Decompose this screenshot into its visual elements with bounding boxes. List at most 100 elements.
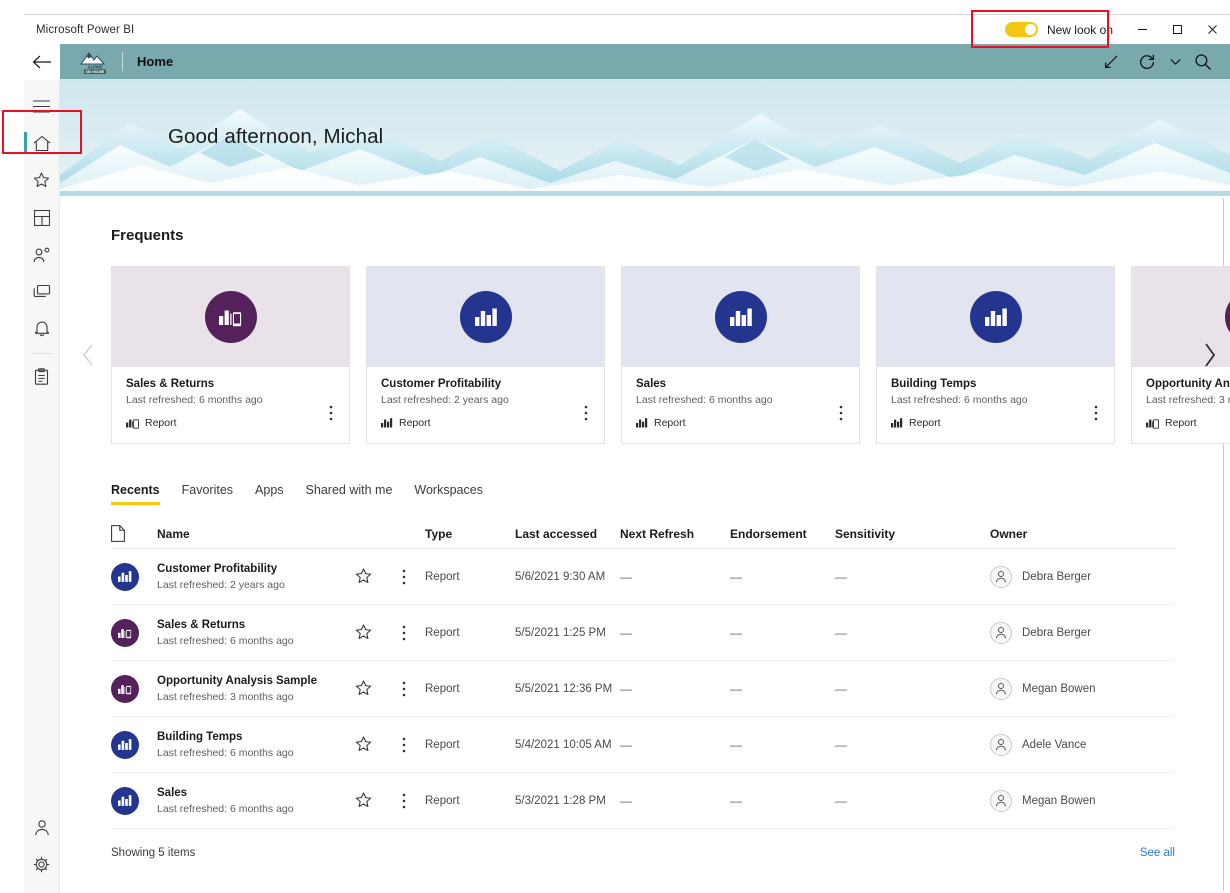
frequents-card[interactable]: Sales & Returns Last refreshed: 6 months… [111, 266, 350, 444]
card-more-options-button[interactable] [578, 403, 594, 423]
column-header-type[interactable]: Type [425, 527, 515, 541]
card-more-options-button[interactable] [833, 403, 849, 423]
favorite-star-button[interactable] [343, 568, 383, 585]
column-header-name[interactable]: Name [157, 527, 343, 541]
card-type: Report [636, 417, 847, 429]
sidebar-item-shared-with-me[interactable] [24, 236, 60, 273]
carousel-next-button[interactable] [1196, 335, 1222, 375]
chevron-down-icon[interactable] [1166, 45, 1184, 79]
sidebar-item-navigation-menu[interactable] [24, 88, 60, 125]
avatar [990, 790, 1012, 812]
card-thumbnail [367, 267, 604, 367]
bell-icon [34, 320, 50, 337]
table-row[interactable]: Opportunity Analysis Sample Last refresh… [111, 661, 1175, 717]
tab-shared-with-me[interactable]: Shared with me [306, 483, 393, 505]
card-body: Customer Profitability Last refreshed: 2… [367, 367, 604, 443]
column-header-last-accessed[interactable]: Last accessed [515, 527, 620, 541]
card-type: Report [891, 417, 1102, 429]
avatar [990, 678, 1012, 700]
frequents-card[interactable]: Customer Profitability Last refreshed: 2… [366, 266, 605, 444]
column-header-sensitivity[interactable]: Sensitivity [835, 527, 990, 541]
content-tabs: Recents Favorites Apps Shared with me Wo… [111, 483, 1230, 505]
sidebar-item-home[interactable] [24, 125, 60, 162]
see-all-link[interactable]: See all [1140, 847, 1175, 859]
maximize-button[interactable] [1160, 15, 1195, 45]
frequents-card[interactable]: Sales Last refreshed: 6 months ago Repor… [621, 266, 860, 444]
report-mobile-icon [111, 619, 139, 647]
table-row[interactable]: Sales & Returns Last refreshed: 6 months… [111, 605, 1175, 661]
row-name-cell[interactable]: Customer Profitability Last refreshed: 2… [157, 563, 343, 591]
row-name-cell[interactable]: Opportunity Analysis Sample Last refresh… [157, 675, 343, 703]
table-row[interactable]: Sales Last refreshed: 6 months ago Repor… [111, 773, 1175, 829]
row-more-options-button[interactable] [383, 681, 425, 697]
row-icon [111, 787, 157, 815]
minimize-button[interactable] [1125, 15, 1160, 45]
tab-apps[interactable]: Apps [255, 483, 284, 505]
report-bars-small-icon [636, 417, 648, 429]
row-owner: Debra Berger [990, 622, 1175, 644]
row-endorsement: — [730, 738, 835, 752]
card-more-options-button[interactable] [1088, 403, 1104, 423]
card-subtitle: Last refreshed: 6 months ago [891, 394, 1102, 406]
table-row[interactable]: Customer Profitability Last refreshed: 2… [111, 549, 1175, 605]
row-more-options-button[interactable] [383, 625, 425, 641]
frequents-card[interactable]: Building Temps Last refreshed: 6 months … [876, 266, 1115, 444]
row-title: Customer Profitability [157, 563, 343, 575]
tab-workspaces[interactable]: Workspaces [414, 483, 483, 505]
frequents-carousel: Sales & Returns Last refreshed: 6 months… [111, 266, 1230, 444]
row-title: Sales [157, 787, 343, 799]
column-header-next-refresh[interactable]: Next Refresh [620, 527, 730, 541]
refresh-icon[interactable] [1130, 45, 1164, 79]
report-mobile-icon [1225, 291, 1230, 343]
column-header-owner[interactable]: Owner [990, 527, 1175, 541]
row-last-accessed: 5/5/2021 1:25 PM [515, 627, 620, 639]
search-icon[interactable] [1186, 45, 1220, 79]
column-header-endorsement[interactable]: Endorsement [730, 527, 835, 541]
report-mobile-small-icon [1146, 417, 1159, 429]
card-type-label: Report [654, 417, 686, 429]
row-type: Report [425, 739, 515, 751]
new-look-toggle[interactable]: New look on [997, 22, 1125, 37]
sidebar-item-favorites[interactable] [24, 162, 60, 199]
sidebar-item-settings[interactable] [24, 846, 60, 883]
row-name-cell[interactable]: Building Temps Last refreshed: 6 months … [157, 731, 343, 759]
table-row[interactable]: Building Temps Last refreshed: 6 months … [111, 717, 1175, 773]
card-type: Report [126, 417, 337, 429]
row-name-cell[interactable]: Sales & Returns Last refreshed: 6 months… [157, 619, 343, 647]
row-more-options-button[interactable] [383, 569, 425, 585]
favorite-star-button[interactable] [343, 736, 383, 753]
row-name-cell[interactable]: Sales Last refreshed: 6 months ago [157, 787, 343, 815]
card-body: Sales Last refreshed: 6 months ago Repor… [622, 367, 859, 443]
row-last-accessed: 5/5/2021 12:36 PM [515, 683, 620, 695]
tab-recents[interactable]: Recents [111, 483, 160, 505]
favorite-star-button[interactable] [343, 792, 383, 809]
sidebar-item-notifications[interactable] [24, 310, 60, 347]
card-type-label: Report [909, 417, 941, 429]
row-next-refresh: — [620, 626, 730, 640]
favorite-star-button[interactable] [343, 680, 383, 697]
back-button[interactable] [24, 44, 60, 80]
sidebar-item-workspaces[interactable] [24, 273, 60, 310]
collapse-icon[interactable] [1094, 45, 1128, 79]
card-type-label: Report [399, 417, 431, 429]
window-title: Microsoft Power BI [36, 24, 134, 36]
row-type: Report [425, 627, 515, 639]
sidebar-item-account[interactable] [24, 809, 60, 846]
alpine-ski-house-logo[interactable]: ALPINE SKI HOUSE SKI HOUSE [78, 49, 112, 75]
new-look-switch[interactable] [1005, 22, 1038, 37]
star-icon [355, 568, 372, 585]
app-header-actions [1094, 45, 1230, 79]
sidebar-item-goals[interactable] [24, 358, 60, 395]
row-more-options-button[interactable] [383, 737, 425, 753]
sidebar-item-browse[interactable] [24, 199, 60, 236]
avatar [990, 622, 1012, 644]
row-more-options-button[interactable] [383, 793, 425, 809]
card-more-options-button[interactable] [323, 403, 339, 423]
carousel-prev-button[interactable] [75, 335, 101, 375]
avatar [990, 566, 1012, 588]
close-button[interactable] [1195, 15, 1230, 45]
column-header-icon [111, 525, 157, 542]
favorite-star-button[interactable] [343, 624, 383, 641]
tab-favorites[interactable]: Favorites [182, 483, 233, 505]
header-divider [122, 52, 123, 71]
